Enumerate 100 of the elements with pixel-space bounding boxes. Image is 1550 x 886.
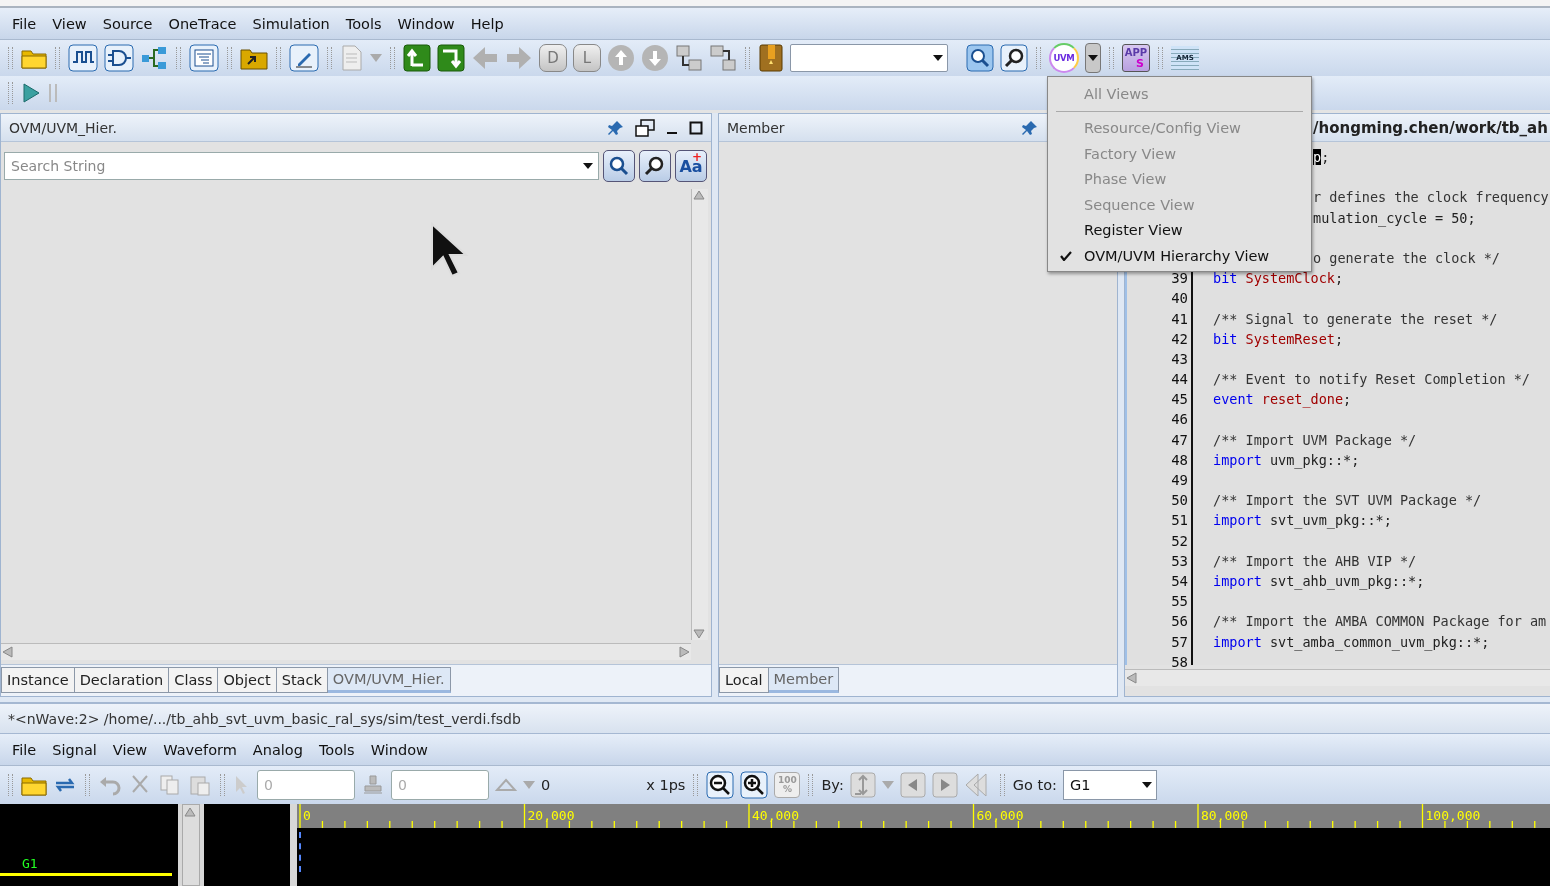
- window-list-icon[interactable]: [189, 44, 219, 72]
- hierarchy-tree-icon[interactable]: [140, 44, 168, 72]
- caret-down-icon: [1141, 782, 1152, 788]
- line-number: 41: [1170, 309, 1189, 329]
- scroll-left-arrow-icon[interactable]: [1125, 671, 1139, 685]
- pane-tab[interactable]: Class: [169, 667, 219, 693]
- folder-icon[interactable]: [21, 47, 47, 69]
- menu-item[interactable]: Tools: [337, 13, 390, 34]
- line-number: 52: [1170, 531, 1189, 551]
- pane-splitter[interactable]: [0, 697, 1550, 704]
- pencil-icon[interactable]: [289, 44, 319, 72]
- undo-icon[interactable]: [98, 774, 122, 796]
- dropdown-button[interactable]: [1085, 43, 1101, 73]
- menu-item[interactable]: OVM/UVM Hierarchy View: [1048, 243, 1311, 269]
- zoom-out-icon[interactable]: [706, 771, 735, 799]
- linked-boxes-icon[interactable]: [709, 44, 737, 72]
- line-number: 50: [1170, 491, 1189, 511]
- pane-tab[interactable]: Declaration: [74, 667, 170, 693]
- logic-gate-icon[interactable]: [104, 44, 134, 72]
- pin-icon[interactable]: [607, 118, 625, 137]
- apps-badge[interactable]: APP S: [1122, 44, 1150, 72]
- marker-stamp-icon[interactable]: [361, 773, 385, 797]
- menu-item[interactable]: Help: [462, 13, 512, 34]
- menu-item[interactable]: Analog: [244, 739, 311, 760]
- vertical-scrollbar[interactable]: [691, 189, 708, 640]
- document-icon[interactable]: [340, 44, 364, 72]
- menu-item[interactable]: OneTrace: [160, 13, 245, 34]
- goto-combo-field[interactable]: G1: [1062, 770, 1157, 800]
- match-case-button[interactable]: Aa +: [675, 150, 707, 182]
- ruler-label: 40,000: [752, 808, 799, 823]
- vertical-scrollbar[interactable]: [182, 804, 200, 886]
- pane-tab[interactable]: Instance: [1, 667, 75, 693]
- menu-item[interactable]: Signal: [44, 739, 105, 760]
- horizontal-scrollbar[interactable]: [1, 643, 691, 660]
- find-button[interactable]: [639, 150, 671, 182]
- scroll-up-arrow-icon[interactable]: [183, 806, 197, 818]
- find-icon[interactable]: [1000, 44, 1028, 72]
- search-combo-field[interactable]: [790, 44, 948, 72]
- next-icon[interactable]: [931, 772, 958, 798]
- signal-name[interactable]: G1: [22, 856, 178, 871]
- menu-item[interactable]: View: [44, 13, 95, 34]
- pane-title: OVM/UVM_Hier.: [9, 119, 118, 136]
- pane-tab[interactable]: Member: [768, 667, 840, 693]
- waveform-icon[interactable]: [68, 44, 98, 72]
- zoom-in-icon[interactable]: [740, 771, 769, 799]
- menu-item[interactable]: Window: [389, 13, 463, 34]
- goto-label: Go to:: [1012, 777, 1057, 793]
- code-line: import svt_ahb_uvm_pkg::*;: [1213, 571, 1426, 592]
- pin-icon[interactable]: [1021, 118, 1039, 137]
- menu-item[interactable]: Tools: [310, 739, 363, 760]
- pane-tab[interactable]: Stack: [276, 667, 328, 693]
- scroll-up-arrow-icon[interactable]: [692, 189, 706, 201]
- menu-item[interactable]: File: [4, 739, 45, 760]
- search-button[interactable]: [603, 150, 635, 182]
- menu-item[interactable]: Simulation: [244, 13, 338, 34]
- bookmark-book-icon[interactable]: [758, 44, 784, 72]
- maximize-icon[interactable]: [689, 120, 703, 135]
- search-icon[interactable]: [966, 44, 994, 72]
- menu-item[interactable]: File: [4, 13, 45, 34]
- folder-arrow-icon[interactable]: [240, 46, 268, 70]
- triangle-up-icon[interactable]: [495, 778, 517, 792]
- arrow-left-icon[interactable]: [471, 45, 499, 71]
- pause-icon[interactable]: [47, 82, 59, 104]
- menu-item[interactable]: Window: [362, 739, 436, 760]
- search-field[interactable]: Search String: [4, 152, 599, 180]
- play-icon[interactable]: [21, 82, 41, 104]
- ruler-label: 20,000: [527, 808, 575, 823]
- scroll-down-arrow-icon[interactable]: [692, 628, 706, 640]
- scroll-right-arrow-icon[interactable]: [677, 645, 691, 659]
- restore-window-icon[interactable]: [635, 118, 655, 137]
- previous-icon[interactable]: [899, 772, 926, 798]
- line-number: 57: [1170, 632, 1189, 652]
- pane-tab[interactable]: OVM/UVM_Hier.: [327, 667, 451, 693]
- pane-tab[interactable]: Object: [218, 667, 277, 693]
- menu-item[interactable]: View: [104, 739, 156, 760]
- horizontal-scrollbar[interactable]: [1125, 669, 1550, 686]
- caret-down-icon[interactable]: [583, 163, 593, 169]
- line-number: 45: [1170, 390, 1189, 410]
- paste-icon[interactable]: [188, 774, 212, 796]
- code-line: /** Import the AHB VIP */: [1213, 551, 1418, 571]
- linked-boxes-icon[interactable]: [675, 44, 703, 72]
- menu-item[interactable]: Waveform: [155, 739, 245, 760]
- folder-icon[interactable]: [21, 774, 47, 796]
- menu-item[interactable]: Register View: [1048, 217, 1311, 243]
- code-line: import svt_amba_common_uvm_pkg::*;: [1213, 632, 1491, 652]
- menu-item[interactable]: Source: [94, 13, 161, 34]
- caret-down-icon: [1088, 55, 1098, 61]
- arrow-right-icon[interactable]: [505, 45, 533, 71]
- pane-tab[interactable]: Local: [719, 667, 769, 693]
- line-number: 48: [1170, 450, 1189, 470]
- triangle-down-icon[interactable]: [523, 781, 535, 789]
- search-icon: [608, 155, 630, 177]
- line-number: 40: [1170, 289, 1189, 309]
- code-line: /** Signal to generate the reset */: [1213, 309, 1499, 329]
- copy-icon[interactable]: [158, 774, 182, 796]
- uvm-badge[interactable]: UVM: [1049, 43, 1079, 73]
- line-number: 54: [1170, 571, 1189, 591]
- time-cursor-line: [299, 832, 303, 872]
- scroll-left-arrow-icon[interactable]: [1, 645, 15, 659]
- step-icon[interactable]: [849, 772, 876, 798]
